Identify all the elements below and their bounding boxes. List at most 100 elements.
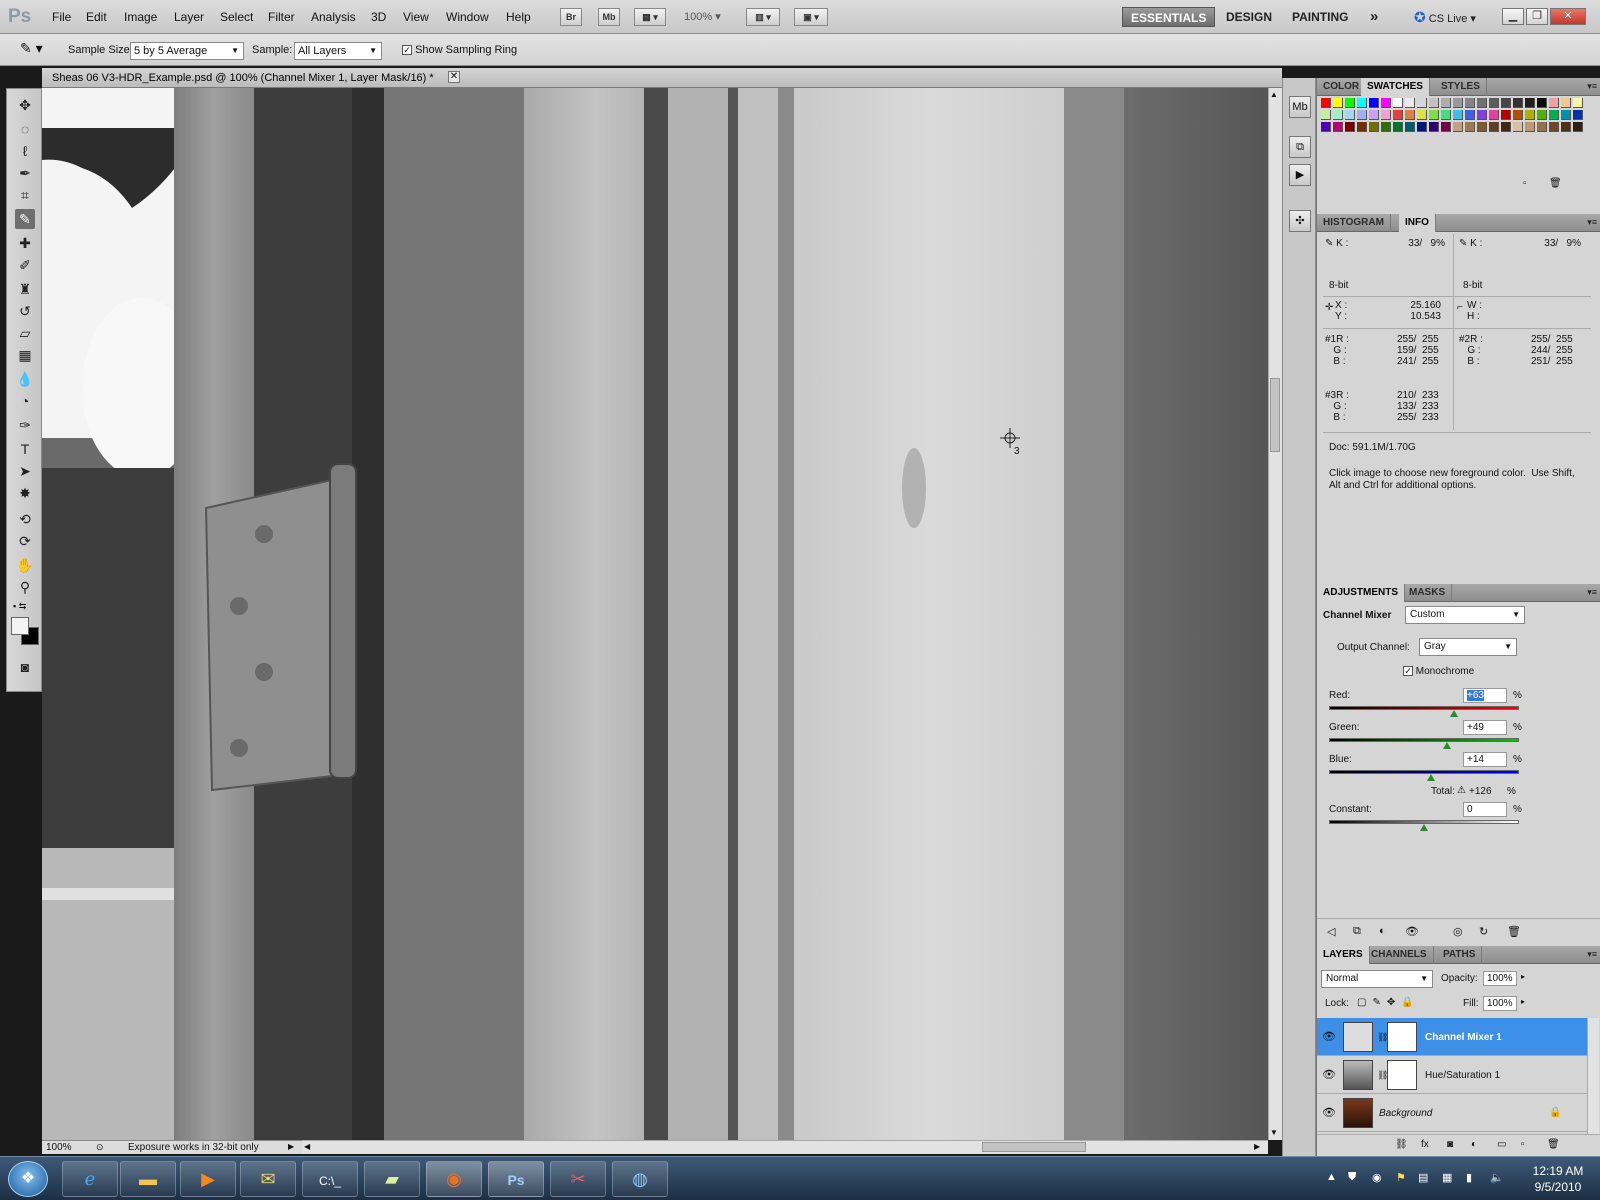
swatch[interactable] [1429, 98, 1439, 108]
default-colors-button[interactable]: ▪ ⇆ [13, 601, 26, 612]
panel-menu-icon[interactable]: ▾≡ [1587, 587, 1597, 598]
swatch[interactable] [1549, 110, 1559, 120]
foreground-color-swatch[interactable] [11, 617, 29, 635]
tray-bars-icon[interactable]: ▤ [1418, 1171, 1428, 1184]
menu-image[interactable]: Image [124, 10, 157, 24]
tab-paths[interactable]: PATHS [1437, 946, 1483, 964]
swatch[interactable] [1417, 98, 1427, 108]
swatch[interactable] [1321, 122, 1331, 132]
menu-edit[interactable]: Edit [86, 10, 107, 24]
red-slider-track[interactable] [1329, 706, 1519, 710]
swatch[interactable] [1369, 122, 1379, 132]
swatch[interactable] [1333, 98, 1343, 108]
workspace-design[interactable]: DESIGN [1226, 7, 1272, 27]
swatch[interactable] [1405, 110, 1415, 120]
show-sampling-ring-option[interactable]: ✓ Show Sampling Ring [402, 44, 517, 56]
horizontal-scrollbar[interactable]: ◀ ▶ [302, 1140, 1268, 1154]
tab-histogram[interactable]: HISTOGRAM [1317, 214, 1391, 232]
panel-menu-icon[interactable]: ▾≡ [1587, 949, 1597, 960]
taskbar-snipping-tool[interactable]: ✂ [550, 1161, 606, 1197]
tray-shield-icon[interactable]: ⛊ [1348, 1171, 1356, 1184]
swatch[interactable] [1381, 110, 1391, 120]
swatch[interactable] [1477, 98, 1487, 108]
tray-flag-icon[interactable]: ⚑ [1396, 1171, 1406, 1184]
clip-to-layer-icon[interactable]: ◐ [1379, 925, 1386, 937]
eye-icon[interactable]: 👁 [1321, 1030, 1337, 1044]
visibility-icon[interactable]: 👁 [1405, 925, 1419, 938]
actions-panel-button[interactable]: ▶ [1289, 164, 1311, 186]
scroll-up-icon[interactable]: ▲ [1270, 90, 1278, 99]
eye-icon[interactable]: 👁 [1321, 1106, 1337, 1120]
bridge-button[interactable]: Br [560, 8, 582, 26]
move-tool[interactable]: ✥ [15, 95, 35, 115]
layer-name[interactable]: Channel Mixer 1 [1425, 1032, 1502, 1043]
swatch[interactable] [1381, 98, 1391, 108]
taskbar-explorer[interactable]: ▬ [120, 1161, 176, 1197]
swatch[interactable] [1513, 110, 1523, 120]
scroll-right-icon[interactable]: ▶ [1254, 1142, 1260, 1151]
marquee-tool[interactable]: ◌ [15, 119, 35, 139]
output-channel-select[interactable]: Gray ▼ [1419, 638, 1517, 656]
fill-arrow-icon[interactable]: ▸ [1521, 997, 1525, 1006]
blend-mode-select[interactable]: Normal ▼ [1321, 970, 1433, 988]
green-slider-thumb[interactable] [1443, 742, 1452, 749]
green-slider-track[interactable] [1329, 738, 1519, 742]
horizontal-scroll-thumb[interactable] [982, 1142, 1086, 1152]
layers-scrollbar[interactable] [1587, 1018, 1599, 1134]
menu-select[interactable]: Select [220, 10, 253, 24]
back-arrow-icon[interactable]: ◁ [1327, 925, 1335, 938]
document-canvas[interactable]: 3 [42, 88, 1268, 1140]
tray-network-icon[interactable]: ▦ [1442, 1171, 1452, 1184]
start-button[interactable]: ❖ [8, 1161, 48, 1197]
swatch[interactable] [1537, 110, 1547, 120]
trash-icon[interactable]: 🗑 [1547, 1139, 1560, 1150]
scroll-down-icon[interactable]: ▼ [1270, 1128, 1278, 1137]
add-mask-icon[interactable]: ◙ [1447, 1139, 1453, 1150]
blur-tool[interactable]: 💧 [15, 369, 35, 389]
swatch[interactable] [1465, 110, 1475, 120]
new-group-icon[interactable]: ▭ [1497, 1139, 1506, 1150]
swatch[interactable] [1453, 110, 1463, 120]
constant-value-input[interactable]: 0 [1463, 802, 1507, 817]
swatch[interactable] [1393, 110, 1403, 120]
red-value-input[interactable]: +63 [1463, 688, 1507, 703]
tray-disc-icon[interactable]: ◉ [1372, 1171, 1382, 1184]
swatch[interactable] [1489, 110, 1499, 120]
swatch[interactable] [1537, 98, 1547, 108]
swatch[interactable] [1549, 122, 1559, 132]
workspace-more[interactable]: » [1370, 7, 1378, 27]
taskbar-network-app[interactable]: ◍ [612, 1161, 668, 1197]
swatch[interactable] [1429, 122, 1439, 132]
clone-stamp-tool[interactable]: ♜ [15, 279, 35, 299]
opacity-arrow-icon[interactable]: ▸ [1521, 972, 1525, 981]
swatch[interactable] [1417, 110, 1427, 120]
swatch[interactable] [1513, 122, 1523, 132]
menu-layer[interactable]: Layer [174, 10, 204, 24]
dodge-tool[interactable]: ◔ [15, 391, 35, 411]
taskbar-firefox[interactable]: ◉ [426, 1161, 482, 1197]
close-document-button[interactable]: ✕ [448, 71, 460, 83]
eraser-tool[interactable]: ▱ [15, 323, 35, 343]
crop-tool[interactable]: ⌗ [15, 185, 35, 205]
workspace-painting[interactable]: PAINTING [1292, 7, 1348, 27]
swatch[interactable] [1465, 122, 1475, 132]
swatch[interactable] [1525, 110, 1535, 120]
menu-view[interactable]: View [403, 10, 429, 24]
gradient-tool[interactable]: ▦ [15, 345, 35, 365]
swatch[interactable] [1357, 122, 1367, 132]
menu-window[interactable]: Window [446, 10, 489, 24]
swatch[interactable] [1561, 122, 1571, 132]
tray-show-hidden-icon[interactable]: ▲ [1326, 1171, 1337, 1183]
zoom-tool[interactable]: ⚲ [15, 577, 35, 597]
menu-help[interactable]: Help [506, 10, 531, 24]
swatch[interactable] [1381, 122, 1391, 132]
swatch[interactable] [1573, 122, 1583, 132]
swatch[interactable] [1405, 98, 1415, 108]
swatch[interactable] [1321, 110, 1331, 120]
type-tool[interactable]: T [15, 439, 35, 459]
swatch[interactable] [1501, 122, 1511, 132]
swatch[interactable] [1513, 98, 1523, 108]
swatch[interactable] [1501, 110, 1511, 120]
mini-bridge-panel-button[interactable]: Mb [1289, 96, 1311, 118]
zoom-field[interactable]: 100% [46, 1142, 72, 1153]
